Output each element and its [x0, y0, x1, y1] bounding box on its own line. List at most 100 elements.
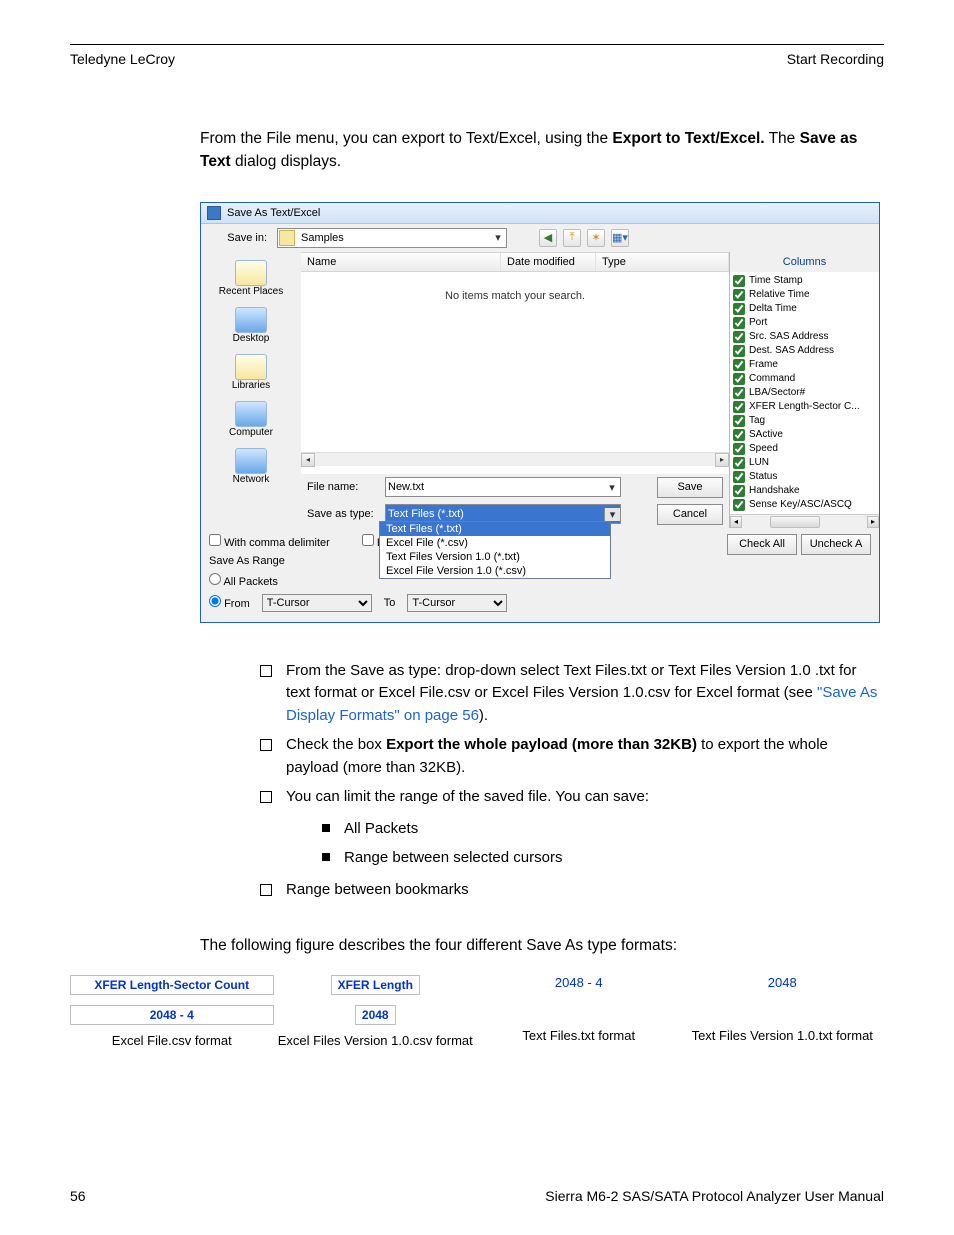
scroll-right-icon[interactable]: ▸ [867, 516, 879, 528]
scroll-left-icon[interactable]: ◂ [301, 453, 315, 467]
save-in-label: Save in: [207, 232, 267, 244]
chevron-down-icon[interactable]: ▾ [604, 481, 620, 494]
columns-scrollbar[interactable]: ◂ ▸ [730, 514, 879, 528]
column-checkbox[interactable]: Dest. SAS Address [733, 344, 876, 358]
column-checkbox[interactable]: LUN [733, 456, 876, 470]
from-radio[interactable]: From [209, 595, 250, 610]
nav-desktop[interactable]: Desktop [233, 307, 270, 344]
up-icon[interactable]: ⤒ [563, 229, 581, 247]
no-items-text: No items match your search. [445, 290, 585, 302]
format-text: 2048 [681, 975, 885, 990]
formats-figure: XFER Length-Sector Count 2048 - 4 Excel … [70, 975, 884, 1048]
format-label: Excel Files Version 1.0.csv format [274, 1033, 478, 1048]
intro-paragraph: From the File menu, you can export to Te… [200, 127, 884, 174]
format-cell: 2048 - 4 [70, 1005, 274, 1025]
nav-network[interactable]: Network [233, 448, 270, 485]
type-opt[interactable]: Excel File Version 1.0 (*.csv) [380, 564, 610, 578]
col-type[interactable]: Type [596, 253, 729, 271]
scroll-right-icon[interactable]: ▸ [715, 453, 729, 467]
scroll-left-icon[interactable]: ◂ [730, 516, 742, 528]
column-checkbox[interactable]: Status [733, 470, 876, 484]
nav-computer[interactable]: Computer [229, 401, 273, 438]
col-name[interactable]: Name [301, 253, 501, 271]
columns-title: Columns [730, 252, 879, 272]
column-checkbox[interactable]: Tag [733, 414, 876, 428]
to-label: To [384, 597, 396, 609]
save-dialog: Save As Text/Excel Save in: ▾ ◀ ⤒ ✶ ▦▾ R… [200, 202, 880, 623]
network-icon [235, 448, 267, 474]
column-checkbox[interactable]: Time Stamp [733, 274, 876, 288]
column-checkbox[interactable]: Frame [733, 358, 876, 372]
sub-bullet-item: All Packets [322, 813, 884, 843]
check-all-button[interactable]: Check All [727, 534, 797, 555]
format-cell: XFER Length-Sector Count [70, 975, 274, 995]
places-nav: Recent Places Desktop Libraries Computer… [201, 252, 301, 528]
manual-title: Sierra M6-2 SAS/SATA Protocol Analyzer U… [545, 1188, 884, 1204]
column-checkbox[interactable]: LBA/Sector# [733, 386, 876, 400]
col-date[interactable]: Date modified [501, 253, 596, 271]
column-checkbox[interactable]: Delta Time [733, 302, 876, 316]
recent-icon [235, 260, 267, 286]
column-checkbox[interactable]: Port [733, 316, 876, 330]
dialog-title: Save As Text/Excel [227, 207, 320, 219]
computer-icon [235, 401, 267, 427]
format-text: 2048 - 4 [477, 975, 681, 990]
view-icon[interactable]: ▦▾ [611, 229, 629, 247]
file-list: No items match your search. ◂ ▸ [301, 272, 729, 474]
bullet-item: Range between bookmarks [260, 874, 884, 904]
type-opt[interactable]: Text Files (*.txt) [380, 522, 610, 536]
format-cell: 2048 [355, 1005, 396, 1025]
file-list-header: Name Date modified Type [301, 252, 729, 272]
libraries-icon [235, 354, 267, 380]
column-checkbox[interactable]: Sense Key/ASC/ASCQ [733, 498, 876, 512]
file-name-input[interactable] [386, 479, 604, 495]
sub-bullet-item: Range between selected cursors [322, 842, 884, 872]
type-opt[interactable]: Text Files Version 1.0 (*.txt) [380, 550, 610, 564]
save-in-combo[interactable]: ▾ [277, 228, 507, 248]
column-checkbox[interactable]: Src. SAS Address [733, 330, 876, 344]
horizontal-scrollbar[interactable]: ◂ ▸ [301, 452, 729, 466]
dialog-titlebar: Save As Text/Excel [201, 203, 879, 224]
format-label: Excel File.csv format [70, 1033, 274, 1048]
file-name-label: File name: [307, 481, 377, 493]
uncheck-all-button[interactable]: Uncheck A [801, 534, 871, 555]
formats-caption: The following figure describes the four … [200, 937, 884, 955]
chevron-down-icon[interactable]: ▾ [604, 508, 620, 521]
columns-panel: Columns Time Stamp Relative Time Delta T… [729, 252, 879, 528]
folder-icon [279, 230, 295, 246]
nav-libraries[interactable]: Libraries [232, 354, 270, 391]
app-icon [207, 206, 221, 220]
new-folder-icon[interactable]: ✶ [587, 229, 605, 247]
save-type-label: Save as type: [307, 508, 377, 520]
page-number: 56 [70, 1188, 86, 1204]
save-as-range-label: Save As Range [209, 555, 285, 567]
scroll-thumb[interactable] [770, 516, 820, 528]
type-opt[interactable]: Excel File (*.csv) [380, 536, 610, 550]
column-checkbox[interactable]: SActive [733, 428, 876, 442]
column-checkbox[interactable]: Handshake [733, 484, 876, 498]
cancel-button[interactable]: Cancel [657, 504, 723, 525]
column-checkbox[interactable]: Command [733, 372, 876, 386]
header-right: Start Recording [787, 51, 884, 67]
back-icon[interactable]: ◀ [539, 229, 557, 247]
bullet-item: From the Save as type: drop-down select … [260, 655, 884, 730]
with-comma-checkbox[interactable]: With comma delimiter [209, 534, 330, 549]
chevron-down-icon[interactable]: ▾ [490, 231, 506, 244]
to-cursor-select[interactable]: T-Cursor [407, 594, 507, 612]
bullet-item: Check the box Export the whole payload (… [260, 729, 884, 781]
column-checkbox[interactable]: Relative Time [733, 288, 876, 302]
desktop-icon [235, 307, 267, 333]
all-packets-radio[interactable]: All Packets [209, 573, 278, 588]
save-type-dropdown[interactable]: Text Files (*.txt) Excel File (*.csv) Te… [379, 521, 611, 579]
save-button[interactable]: Save [657, 477, 723, 498]
format-label: Text Files.txt format [477, 1028, 681, 1043]
file-name-combo[interactable]: ▾ [385, 477, 621, 497]
nav-recent[interactable]: Recent Places [219, 260, 283, 297]
save-in-input[interactable] [299, 230, 490, 246]
from-cursor-select[interactable]: T-Cursor [262, 594, 372, 612]
format-label: Text Files Version 1.0.txt format [681, 1028, 885, 1043]
format-cell: XFER Length [331, 975, 420, 995]
column-checkbox[interactable]: XFER Length-Sector C... [733, 400, 876, 414]
column-checkbox[interactable]: Speed [733, 442, 876, 456]
bullet-item: You can limit the range of the saved fil… [260, 781, 884, 874]
